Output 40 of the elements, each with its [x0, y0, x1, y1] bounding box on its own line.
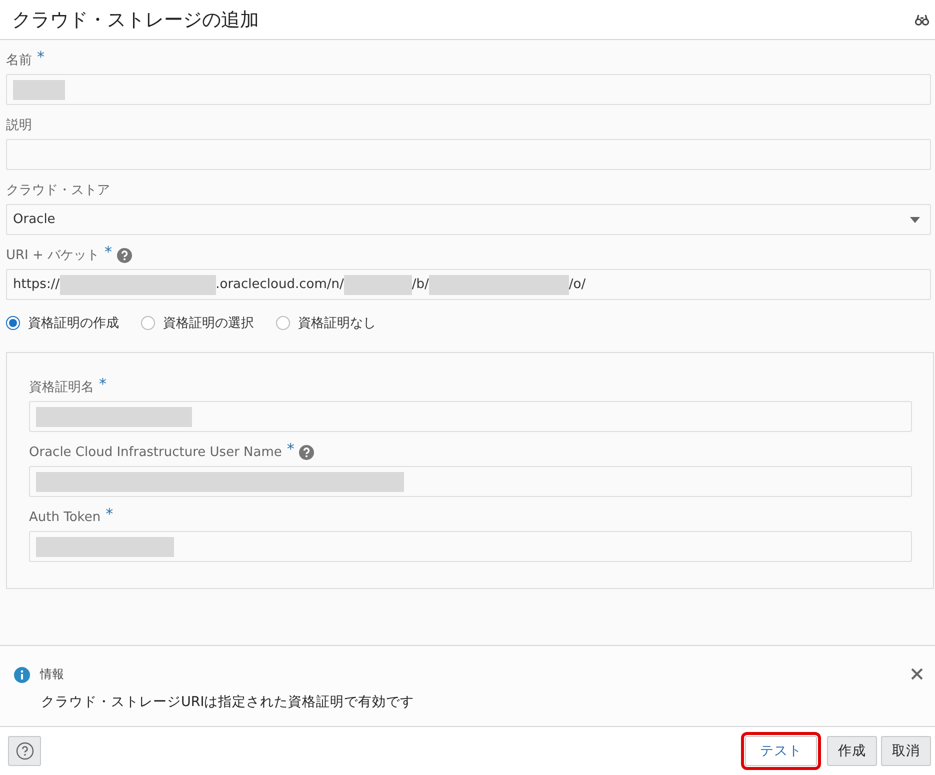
- required-marker: *: [106, 505, 114, 523]
- select-field[interactable]: Oracle: [6, 204, 931, 235]
- footer-button[interactable]: 取消: [881, 736, 931, 766]
- help-icon[interactable]: [299, 444, 314, 460]
- help-icon[interactable]: [117, 248, 132, 262]
- field-label: 資格証明名: [29, 379, 94, 396]
- redacted-block: [13, 80, 65, 100]
- input-field[interactable]: [6, 139, 931, 170]
- radio-button[interactable]: [6, 316, 20, 330]
- field-label: Oracle Cloud Infrastructure User Name: [29, 444, 282, 460]
- input-field[interactable]: [29, 466, 912, 497]
- info-icon: [14, 666, 30, 682]
- window-title: クラウド・ストレージの追加: [12, 8, 259, 32]
- input-field[interactable]: https:// .oraclecloud.com/n/ /b/ /o/: [6, 269, 931, 300]
- message-title: 情報: [40, 666, 64, 683]
- field-label: クラウド・ストア: [6, 182, 110, 199]
- required-marker: *: [37, 48, 44, 66]
- radio-option[interactable]: 資格証明なし: [276, 314, 376, 332]
- help-button[interactable]: [8, 736, 41, 766]
- required-marker: *: [104, 243, 112, 261]
- input-field[interactable]: [6, 74, 931, 105]
- radio-button[interactable]: [276, 316, 290, 330]
- input-field[interactable]: [29, 401, 912, 432]
- footer-button[interactable]: 作成: [827, 736, 877, 766]
- radio-option[interactable]: 資格証明の作成: [6, 314, 119, 332]
- close-icon[interactable]: [911, 668, 923, 680]
- field-label: URI + バケット: [6, 247, 100, 264]
- field-label: 説明: [6, 117, 32, 134]
- required-marker: *: [99, 375, 106, 393]
- help-icon: [16, 742, 34, 760]
- field-label: Auth Token: [29, 510, 101, 524]
- required-marker: *: [286, 440, 294, 458]
- binoculars-icon[interactable]: [915, 14, 929, 26]
- caret-icon: [910, 217, 920, 223]
- message-text: クラウド・ストレージURIは指定された資格証明で有効です: [41, 693, 416, 711]
- radio-button[interactable]: [141, 316, 155, 330]
- field-label: 名前: [6, 52, 32, 69]
- input-field[interactable]: [29, 531, 912, 562]
- radio-option[interactable]: 資格証明の選択: [141, 314, 254, 332]
- redacted-block: [344, 274, 412, 294]
